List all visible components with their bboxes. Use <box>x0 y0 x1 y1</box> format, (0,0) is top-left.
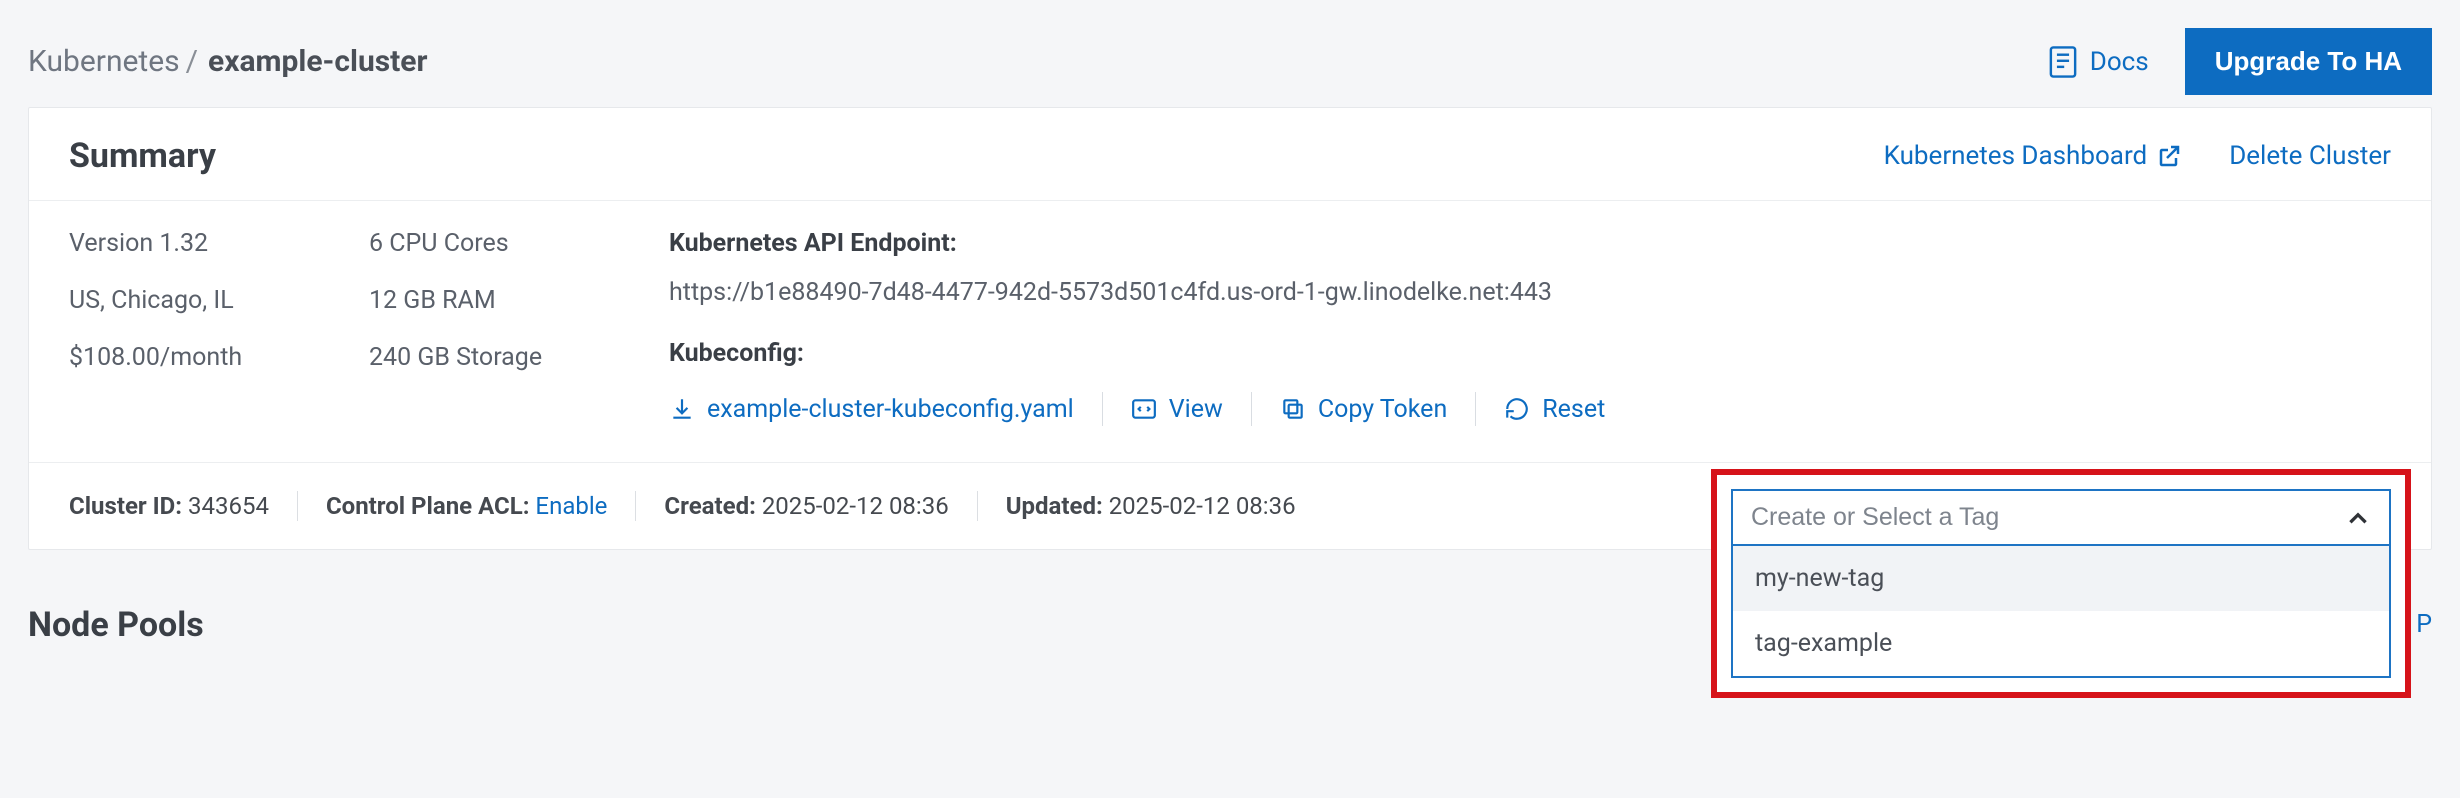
created-value: 2025-02-12 08:36 <box>762 492 949 520</box>
separator <box>297 491 298 521</box>
created-at: Created: 2025-02-12 08:36 <box>664 492 948 520</box>
node-pools-title: Node Pools <box>28 605 204 645</box>
kubernetes-dashboard-link[interactable]: Kubernetes Dashboard <box>1884 141 2182 171</box>
updated-at: Updated: 2025-02-12 08:36 <box>1006 492 1296 520</box>
kubeconfig-view-link[interactable]: View <box>1131 395 1223 424</box>
refresh-icon <box>1504 396 1530 422</box>
kubeconfig-filename: example-cluster-kubeconfig.yaml <box>707 395 1074 424</box>
upgrade-to-ha-button[interactable]: Upgrade To HA <box>2185 28 2432 95</box>
kubeconfig-label: Kubeconfig: <box>669 339 2391 368</box>
cluster-version: Version 1.32 <box>69 229 309 258</box>
tag-combobox[interactable] <box>1731 489 2391 546</box>
cluster-ram: 12 GB RAM <box>369 286 609 315</box>
cluster-id-label: Cluster ID: <box>69 492 182 520</box>
kubernetes-dashboard-label: Kubernetes Dashboard <box>1884 141 2148 171</box>
breadcrumb-current: example-cluster <box>208 44 427 79</box>
tag-selector-callout: my-new-tag tag-example <box>1711 469 2411 698</box>
copy-token-link[interactable]: Copy Token <box>1280 395 1447 424</box>
summary-card: Summary Kubernetes Dashboard Delete Clus… <box>28 107 2432 550</box>
reset-label: Reset <box>1542 395 1605 424</box>
cluster-id-value: 343654 <box>188 492 269 520</box>
updated-label: Updated: <box>1006 492 1103 520</box>
cluster-storage: 240 GB Storage <box>369 343 609 372</box>
kubeconfig-view-label: View <box>1169 395 1223 424</box>
cluster-region: US, Chicago, IL <box>69 286 309 315</box>
copy-token-label: Copy Token <box>1318 395 1447 424</box>
acl-label: Control Plane ACL: <box>326 492 530 520</box>
created-label: Created: <box>664 492 755 520</box>
breadcrumb-separator: / <box>186 44 198 79</box>
separator <box>1251 392 1252 426</box>
cluster-id: Cluster ID: 343654 <box>69 492 269 520</box>
separator <box>635 491 636 521</box>
breadcrumb: Kubernetes / example-cluster <box>28 44 428 79</box>
docs-label: Docs <box>2090 47 2149 77</box>
separator <box>1475 392 1476 426</box>
separator <box>977 491 978 521</box>
control-plane-acl: Control Plane ACL: Enable <box>326 492 607 520</box>
cluster-cpu: 6 CPU Cores <box>369 229 609 258</box>
chevron-up-icon[interactable] <box>2345 505 2371 531</box>
separator <box>1102 392 1103 426</box>
tag-options-list: my-new-tag tag-example <box>1731 546 2391 678</box>
code-view-icon <box>1131 396 1157 422</box>
copy-icon <box>1280 396 1306 422</box>
api-endpoint-value: https://b1e88490-7d48-4477-942d-5573d501… <box>669 278 2391 307</box>
breadcrumb-parent[interactable]: Kubernetes <box>28 44 180 79</box>
delete-cluster-link[interactable]: Delete Cluster <box>2229 141 2391 171</box>
kubeconfig-download-link[interactable]: example-cluster-kubeconfig.yaml <box>669 395 1074 424</box>
updated-value: 2025-02-12 08:36 <box>1109 492 1296 520</box>
summary-title: Summary <box>69 136 216 176</box>
reset-link[interactable]: Reset <box>1504 395 1605 424</box>
tag-option[interactable]: tag-example <box>1733 611 2389 676</box>
tag-input[interactable] <box>1751 503 2345 532</box>
cluster-price: $108.00/month <box>69 343 309 372</box>
document-icon <box>2048 45 2078 79</box>
external-link-icon <box>2157 144 2181 168</box>
acl-enable-link[interactable]: Enable <box>535 492 607 520</box>
tag-option[interactable]: my-new-tag <box>1733 546 2389 611</box>
docs-link[interactable]: Docs <box>2048 45 2149 79</box>
api-endpoint-label: Kubernetes API Endpoint: <box>669 229 2391 258</box>
download-icon <box>669 396 695 422</box>
